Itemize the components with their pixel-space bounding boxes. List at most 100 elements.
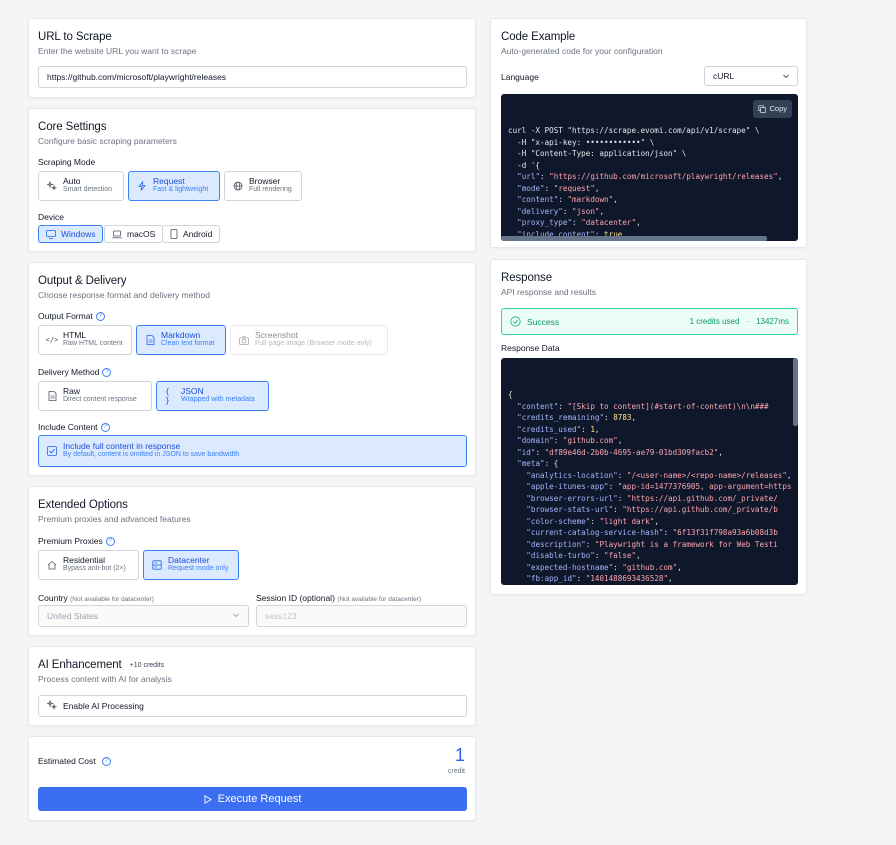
response-line: "domain": "github.com", xyxy=(517,436,623,445)
copy-label: Copy xyxy=(769,104,787,113)
language-select[interactable]: cURL xyxy=(704,66,798,86)
device-windows-label: Windows xyxy=(61,229,96,239)
delivery-raw-desc: Direct content response xyxy=(63,396,137,404)
proxy-residential-option[interactable]: Residential Bypass anti-bot (2×) xyxy=(38,550,139,580)
response-line: "browser-stats-url": "https://api.github… xyxy=(526,505,778,514)
code-example-title: Code Example xyxy=(501,31,576,43)
device-macos-option[interactable]: macOS xyxy=(104,225,164,243)
device-macos-label: macOS xyxy=(127,229,156,239)
cost-display: 1 credit xyxy=(448,746,465,775)
output-delivery-card: Output & Delivery Choose response format… xyxy=(28,262,476,476)
code-line: "mode": "request", xyxy=(517,183,600,193)
status-meta: 1 credits used · 13427ms xyxy=(690,317,789,326)
code-lines: curl -X POST "https://scrape.evomi.com/a… xyxy=(508,125,791,241)
proxy-residential-name: Residential xyxy=(63,555,106,566)
country-label: Country xyxy=(38,593,68,603)
format-markdown-name: Markdown xyxy=(161,330,201,341)
response-line: "fb:app_id": "1401488693436528", xyxy=(526,574,673,583)
premium-proxies-label: Premium Proxies xyxy=(38,536,103,546)
delivery-json-option[interactable]: { } JSON Wrapped with metadata xyxy=(156,381,269,411)
code-example-card: Code Example Auto-generated code for you… xyxy=(490,18,807,248)
copy-button[interactable]: Copy xyxy=(753,100,792,118)
ai-enhancement-card: AI Enhancement +10 credits Process conte… xyxy=(28,646,476,726)
device-android-option[interactable]: Android xyxy=(162,225,221,243)
format-screenshot-option[interactable]: Screenshot Full-page image (Browser mode… xyxy=(230,325,388,355)
mode-browser-name: Browser xyxy=(249,176,281,187)
code-line: -H "x-api-key: ••••••••••••" \ xyxy=(508,137,655,147)
check-circle-icon xyxy=(510,316,521,327)
format-screenshot-desc: Full-page image (Browser mode only) xyxy=(255,340,372,348)
url-card: URL to Scrape Enter the website URL you … xyxy=(28,18,476,98)
execute-request-label: Execute Request xyxy=(217,793,302,805)
session-label-row: Session ID (optional) (Not available for… xyxy=(256,593,421,603)
session-id-placeholder: sess123 xyxy=(265,611,297,621)
enable-ai-label: Enable AI Processing xyxy=(63,701,144,711)
response-line: "analytics-location": "/<user-name>/<rep… xyxy=(526,470,792,480)
device-windows-option[interactable]: Windows xyxy=(38,225,104,243)
help-icon[interactable]: ? xyxy=(100,422,110,432)
include-content-checkbox[interactable]: Include full content in response By defa… xyxy=(38,435,467,467)
execute-request-button[interactable]: Execute Request xyxy=(38,787,467,811)
response-line: "current-catalog-service-hash": "6f13f31… xyxy=(526,528,778,537)
include-content-label: Include Content xyxy=(38,422,98,432)
lightning-icon xyxy=(137,181,147,191)
duration: 13427ms xyxy=(756,317,789,326)
include-content-title: Include full content in response xyxy=(63,441,181,452)
language-label: Language xyxy=(501,72,539,82)
response-line: "id": "df89e46d-2b0b-4695-ae79-01bd309fa… xyxy=(517,447,723,457)
help-icon[interactable]: ? xyxy=(101,756,111,766)
delivery-json-name: JSON xyxy=(181,386,204,397)
session-note: (Not available for datacenter) xyxy=(337,596,422,603)
mode-browser-option[interactable]: Browser Full rendering xyxy=(224,171,302,201)
home-icon xyxy=(47,560,57,570)
code-block[interactable]: curl -X POST "https://scrape.evomi.com/a… xyxy=(501,94,798,241)
response-line: { xyxy=(508,390,513,399)
country-select[interactable]: United States xyxy=(38,605,249,627)
response-line: "content": "[Skip to content](#start-of-… xyxy=(517,401,769,411)
code-line: -d '{ xyxy=(508,160,541,170)
code-icon: </> xyxy=(45,336,59,344)
help-icon[interactable]: ? xyxy=(95,311,105,321)
response-data-label: Response Data xyxy=(501,343,560,353)
mode-request-option[interactable]: Request Fast & lightweight xyxy=(128,171,220,201)
response-line: "color-scheme": "light dark", xyxy=(526,516,659,526)
response-card: Response API response and results Succes… xyxy=(490,259,807,595)
format-html-option[interactable]: </> HTML Raw HTML content xyxy=(38,325,132,355)
session-id-input[interactable]: sess123 xyxy=(256,605,467,627)
format-html-name: HTML xyxy=(63,330,87,341)
format-markdown-desc: Clean text format xyxy=(161,340,215,348)
mode-request-name: Request xyxy=(153,176,185,187)
help-icon[interactable]: ? xyxy=(105,536,115,546)
vertical-scrollbar[interactable] xyxy=(793,358,798,426)
horizontal-scrollbar[interactable] xyxy=(501,236,767,241)
help-icon[interactable]: ? xyxy=(102,367,112,377)
mode-auto-option[interactable]: Auto Smart detection xyxy=(38,171,124,201)
output-format-label: Output Format xyxy=(38,311,93,321)
response-title: Response xyxy=(501,272,552,284)
response-line: "fetch-nonce": "v2:bb269c6b-483e-a97b-e6… xyxy=(508,585,791,586)
include-label-row: Include Content ? xyxy=(38,422,110,432)
response-data-block[interactable]: { "content": "[Skip to content](#start-o… xyxy=(501,358,798,585)
response-line: "meta": { xyxy=(517,459,559,468)
url-input[interactable]: https://github.com/microsoft/playwright/… xyxy=(38,66,467,88)
delivery-json-desc: Wrapped with metadata xyxy=(181,396,255,404)
ai-credits-badge: +10 credits xyxy=(129,661,165,669)
delivery-raw-option[interactable]: Raw Direct content response xyxy=(38,381,152,411)
laptop-icon xyxy=(112,230,122,238)
country-note: (Not available for datacenter) xyxy=(70,596,154,603)
response-line: "apple-itunes-app": "app-id=1477376905, … xyxy=(526,482,792,491)
url-subtitle: Enter the website URL you want to scrape xyxy=(38,46,197,56)
mode-auto-desc: Smart detection xyxy=(63,186,113,194)
proxy-datacenter-name: Datacenter xyxy=(168,555,210,566)
core-title: Core Settings xyxy=(38,121,107,133)
sparkles-icon xyxy=(47,181,57,191)
enable-ai-toggle[interactable]: Enable AI Processing xyxy=(38,695,467,717)
format-markdown-option[interactable]: Markdown Clean text format xyxy=(136,325,226,355)
estimated-cost-label: Estimated Cost xyxy=(38,756,96,766)
proxy-datacenter-option[interactable]: Datacenter Request mode only xyxy=(143,550,239,580)
monitor-icon xyxy=(46,229,56,239)
mode-auto-name: Auto xyxy=(63,176,81,187)
delivery-label-row: Delivery Method ? xyxy=(38,367,112,377)
cost-value: 1 xyxy=(454,745,465,765)
response-line: "expected-hostname": "github.com", xyxy=(526,562,682,572)
